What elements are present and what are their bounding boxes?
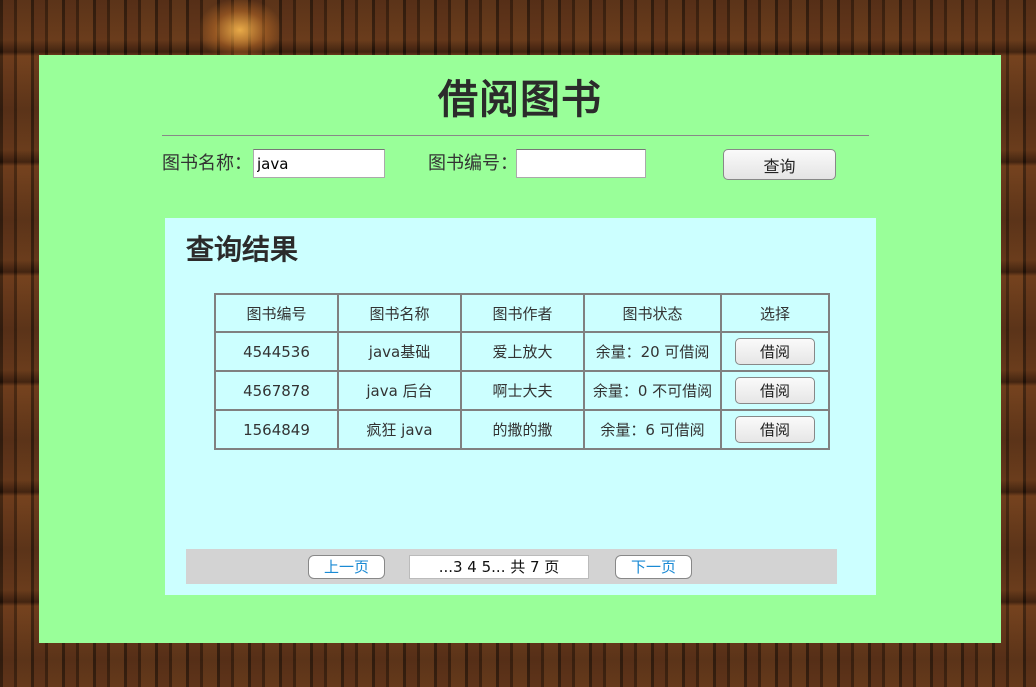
column-header-select: 选择 bbox=[720, 293, 830, 333]
table-header-row: 图书编号 图书名称 图书作者 图书状态 选择 bbox=[214, 293, 830, 333]
cell-book-id: 4567878 bbox=[214, 370, 339, 411]
lamp-glow bbox=[200, 0, 280, 60]
table-row: 1564849 疯狂 java 的撒的撒 余量：6 可借阅 借阅 bbox=[214, 409, 830, 450]
title-divider bbox=[162, 135, 869, 136]
cell-book-status: 余量：6 可借阅 bbox=[583, 409, 722, 450]
cell-select: 借阅 bbox=[720, 370, 830, 411]
cell-book-author: 啊士大夫 bbox=[460, 370, 585, 411]
cell-book-id: 4544536 bbox=[214, 331, 339, 372]
cell-book-id: 1564849 bbox=[214, 409, 339, 450]
page-indicator: ...3 4 5... 共 7 页 bbox=[409, 555, 589, 579]
pagination-bar: 上一页 ...3 4 5... 共 7 页 下一页 bbox=[186, 549, 837, 584]
book-id-label: 图书编号： bbox=[428, 153, 518, 174]
cell-book-status: 余量：0 不可借阅 bbox=[583, 370, 722, 411]
cell-select: 借阅 bbox=[720, 331, 830, 372]
cell-book-author: 爱上放大 bbox=[460, 331, 585, 372]
cell-book-name: java 后台 bbox=[337, 370, 462, 411]
column-header-id: 图书编号 bbox=[214, 293, 339, 333]
column-header-author: 图书作者 bbox=[460, 293, 585, 333]
results-title: 查询结果 bbox=[186, 233, 299, 266]
cell-book-name: 疯狂 java bbox=[337, 409, 462, 450]
borrow-button[interactable]: 借阅 bbox=[735, 377, 815, 404]
page-title: 借阅图书 bbox=[438, 77, 602, 123]
books-table: 图书编号 图书名称 图书作者 图书状态 选择 4544536 java基础 爱上… bbox=[214, 293, 830, 450]
borrow-button[interactable]: 借阅 bbox=[735, 416, 815, 443]
cell-book-author: 的撒的撒 bbox=[460, 409, 585, 450]
book-name-label: 图书名称： bbox=[162, 153, 252, 174]
column-header-status: 图书状态 bbox=[583, 293, 722, 333]
cell-book-name: java基础 bbox=[337, 331, 462, 372]
cell-select: 借阅 bbox=[720, 409, 830, 450]
book-id-input[interactable] bbox=[516, 149, 646, 178]
prev-page-button[interactable]: 上一页 bbox=[308, 555, 385, 579]
main-panel: 借阅图书 图书名称： 图书编号： 查询 查询结果 图书编号 图书名称 图书作者 … bbox=[39, 55, 1001, 643]
borrow-button[interactable]: 借阅 bbox=[735, 338, 815, 365]
cell-book-status: 余量：20 可借阅 bbox=[583, 331, 722, 372]
next-page-button[interactable]: 下一页 bbox=[615, 555, 692, 579]
search-button[interactable]: 查询 bbox=[723, 149, 836, 180]
table-row: 4567878 java 后台 啊士大夫 余量：0 不可借阅 借阅 bbox=[214, 370, 830, 411]
table-row: 4544536 java基础 爱上放大 余量：20 可借阅 借阅 bbox=[214, 331, 830, 372]
results-panel: 查询结果 图书编号 图书名称 图书作者 图书状态 选择 4544536 java… bbox=[165, 218, 876, 595]
column-header-name: 图书名称 bbox=[337, 293, 462, 333]
book-name-input[interactable] bbox=[253, 149, 385, 178]
